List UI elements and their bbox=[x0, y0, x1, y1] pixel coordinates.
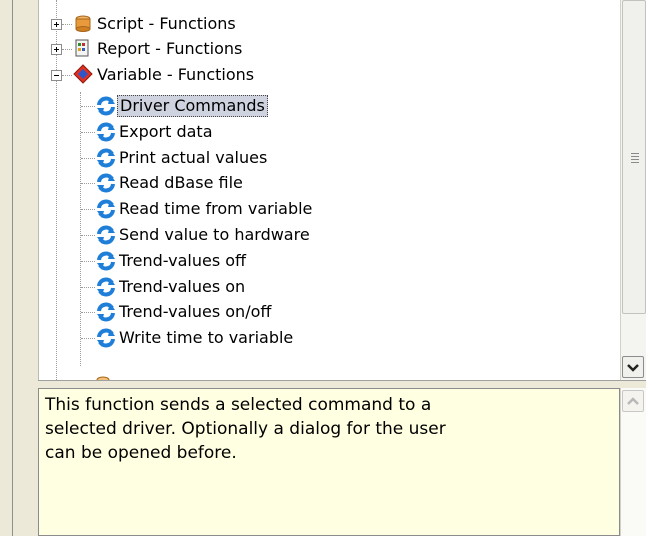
description-text: This function sends a selected command t… bbox=[45, 393, 605, 465]
scrollbar-grip bbox=[631, 162, 639, 163]
tree-item-function[interactable]: Read time from variable bbox=[117, 197, 314, 221]
blue-refresh-icon bbox=[97, 148, 115, 168]
tree-item-variable-functions[interactable]: Variable - Functions bbox=[95, 63, 256, 87]
tree-item-label: Trend-values on/off bbox=[119, 302, 272, 321]
expand-script-functions-icon[interactable] bbox=[51, 19, 62, 30]
blue-refresh-icon bbox=[97, 199, 115, 219]
tree-item-label: Variable - Functions bbox=[97, 65, 255, 84]
blue-refresh-icon bbox=[97, 251, 115, 271]
chevron-down-icon bbox=[627, 364, 639, 372]
tree-connector bbox=[81, 312, 95, 313]
chevron-up-icon bbox=[627, 397, 639, 405]
function-tree[interactable]: Script - Functions Report - Functions Va… bbox=[38, 0, 621, 380]
scrollbar-thumb[interactable] bbox=[622, 0, 646, 314]
report-icon bbox=[75, 39, 89, 57]
tree-item-label: Report - Functions bbox=[97, 39, 243, 58]
tree-connector bbox=[81, 338, 95, 339]
description-scrollbar[interactable] bbox=[620, 388, 646, 536]
collapse-variable-functions-icon[interactable] bbox=[51, 70, 62, 81]
tree-item-label: Read dBase file bbox=[119, 173, 243, 192]
blue-refresh-icon bbox=[97, 302, 115, 322]
blue-refresh-icon bbox=[97, 225, 115, 245]
tree-item-label: Trend-values off bbox=[119, 251, 247, 270]
script-folder-icon bbox=[75, 15, 91, 32]
tree-item-label: Send value to hardware bbox=[119, 225, 310, 244]
tree-connector bbox=[81, 209, 95, 210]
description-line: can be opened before. bbox=[45, 443, 237, 463]
left-frame-border bbox=[0, 0, 13, 536]
variable-diamond-icon bbox=[73, 64, 93, 84]
blue-refresh-icon bbox=[97, 328, 115, 348]
tree-item-function[interactable]: Send value to hardware bbox=[117, 223, 312, 247]
tree-item-label: Trend-values on bbox=[119, 277, 246, 296]
tree-connector bbox=[62, 75, 72, 76]
tree-connector bbox=[81, 158, 95, 159]
tree-connector bbox=[81, 261, 95, 262]
tree-item-label: Export data bbox=[119, 122, 213, 141]
tree-item-function[interactable]: Print actual values bbox=[117, 146, 269, 170]
tree-vertical-scrollbar[interactable] bbox=[620, 0, 646, 380]
description-panel: This function sends a selected command t… bbox=[38, 388, 620, 536]
blue-refresh-icon bbox=[97, 173, 115, 193]
scrollbar-grip bbox=[631, 153, 639, 154]
tree-connector bbox=[81, 183, 95, 184]
tree-connector bbox=[81, 287, 95, 288]
tree-item-label: Read time from variable bbox=[119, 199, 313, 218]
tree-item-script-functions[interactable]: Script - Functions bbox=[95, 12, 238, 36]
tree-guide-line bbox=[80, 92, 81, 366]
scroll-down-button[interactable] bbox=[622, 356, 644, 378]
expand-report-functions-icon[interactable] bbox=[51, 44, 62, 55]
blue-refresh-icon bbox=[97, 122, 115, 142]
tree-item-label: Driver Commands bbox=[117, 95, 268, 117]
tree-connector bbox=[62, 49, 72, 50]
tree-connector bbox=[81, 106, 95, 107]
tree-connector bbox=[81, 235, 95, 236]
tree-item-label: Script - Functions bbox=[97, 14, 236, 33]
blue-refresh-icon bbox=[97, 96, 115, 116]
tree-item-report-functions[interactable]: Report - Functions bbox=[95, 37, 244, 61]
description-line: This function sends a selected command t… bbox=[45, 395, 432, 415]
tree-connector bbox=[62, 24, 72, 25]
scrollbar-grip bbox=[631, 159, 639, 160]
tree-item-function[interactable]: Trend-values off bbox=[117, 249, 248, 273]
tree-item-function[interactable]: Export data bbox=[117, 120, 215, 144]
scrollbar-grip bbox=[631, 156, 639, 157]
blue-refresh-icon bbox=[97, 277, 115, 297]
tree-item-label: Write time to variable bbox=[119, 328, 294, 347]
tree-item-function[interactable]: Driver Commands bbox=[117, 94, 268, 118]
tree-item-function[interactable]: Trend-values on/off bbox=[117, 300, 273, 324]
tree-item-function[interactable]: Trend-values on bbox=[117, 275, 247, 299]
tree-guide-line bbox=[56, 0, 57, 380]
tree-connector bbox=[81, 132, 95, 133]
description-line: selected driver. Optionally a dialog for… bbox=[45, 419, 446, 439]
tree-item-function[interactable]: Read dBase file bbox=[117, 171, 245, 195]
scroll-up-button[interactable] bbox=[622, 390, 644, 412]
tree-item-label: Print actual values bbox=[119, 148, 268, 167]
tree-item-function[interactable]: Write time to variable bbox=[117, 326, 295, 350]
